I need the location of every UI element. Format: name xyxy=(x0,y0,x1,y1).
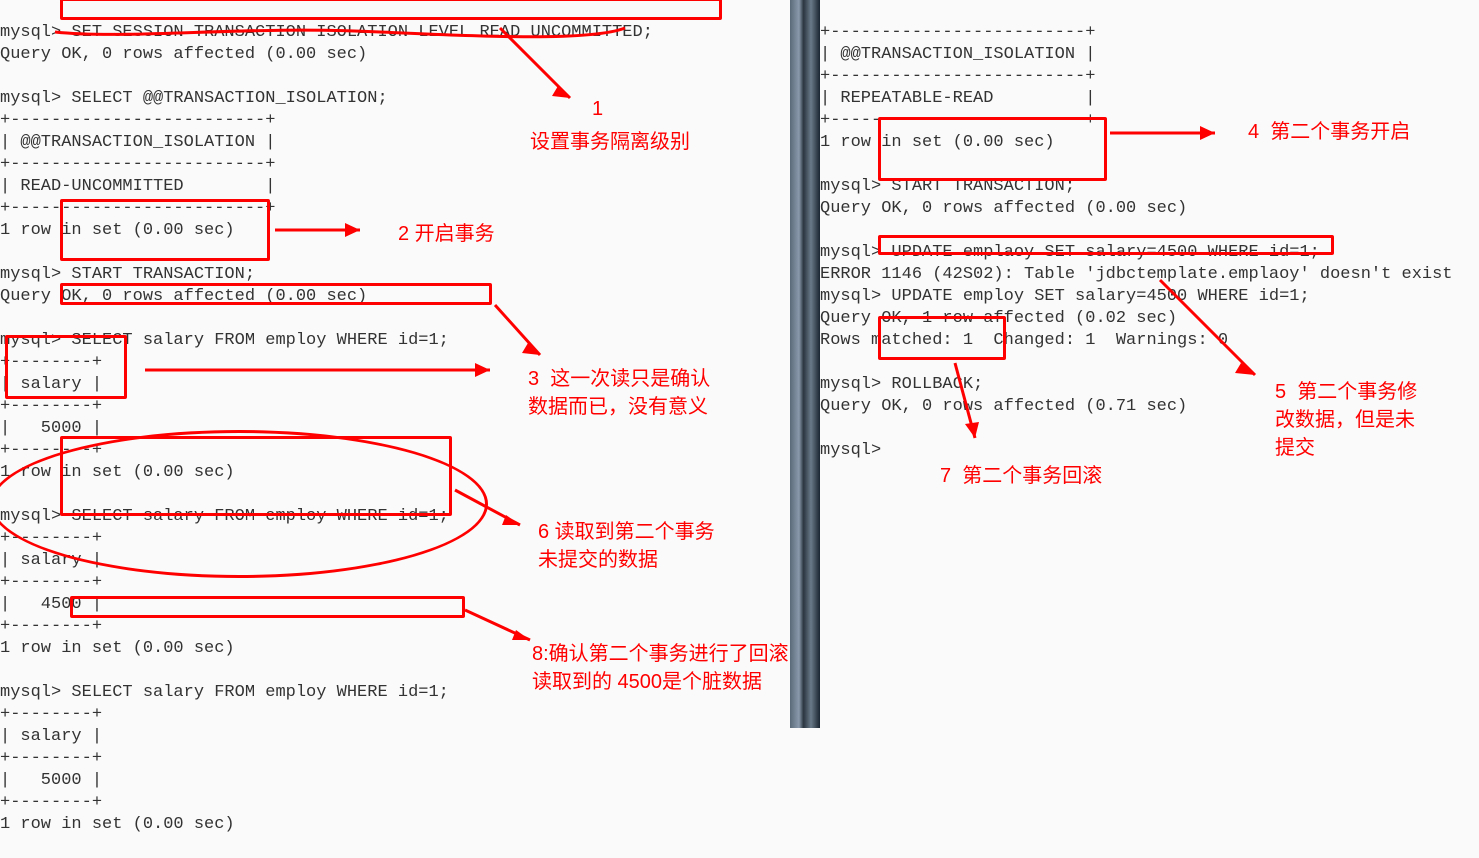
right-terminal-text: +-------------------------+ | @@TRANSACT… xyxy=(820,22,1479,462)
left-terminal-text: mysql> SET SESSION TRANSACTION ISOLATION… xyxy=(0,22,790,836)
pane-divider xyxy=(790,0,820,728)
left-terminal-pane: mysql> SET SESSION TRANSACTION ISOLATION… xyxy=(0,0,790,728)
right-terminal-pane: +-------------------------+ | @@TRANSACT… xyxy=(820,0,1479,728)
